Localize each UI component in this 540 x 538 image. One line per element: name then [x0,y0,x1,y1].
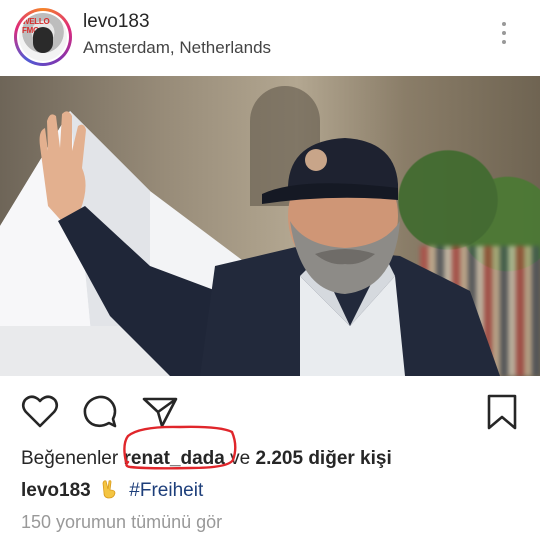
photo-person [39,111,500,376]
caption-username[interactable]: levo183 [21,480,91,501]
more-vertical-icon[interactable] [496,22,512,52]
victory-hand-icon [102,480,116,499]
red-annotation-circle [123,425,237,470]
heart-icon[interactable] [20,392,60,432]
post-location[interactable]: Amsterdam, Netherlands [83,38,271,58]
post-photo[interactable] [0,76,540,376]
avatar-border: WELLO FMO [17,11,69,63]
post-header: WELLO FMO levo183 Amsterdam, Netherlands [0,0,540,76]
post-caption: levo183 #Freiheit [21,479,203,502]
view-all-comments-link[interactable]: 150 yorumun tümünü gör [21,512,222,533]
avatar[interactable]: WELLO FMO [19,13,67,61]
post-username[interactable]: levo183 [83,11,150,33]
caption-hashtag[interactable]: #Freiheit [129,480,203,501]
likes-others-count[interactable]: 2.205 diğer kişi [256,448,392,469]
likes-prefix: Beğenenler [21,448,119,469]
avatar-story-ring[interactable]: WELLO FMO [14,8,72,66]
comment-icon[interactable] [80,392,120,432]
avatar-face [33,27,53,53]
bookmark-icon[interactable] [482,392,522,432]
